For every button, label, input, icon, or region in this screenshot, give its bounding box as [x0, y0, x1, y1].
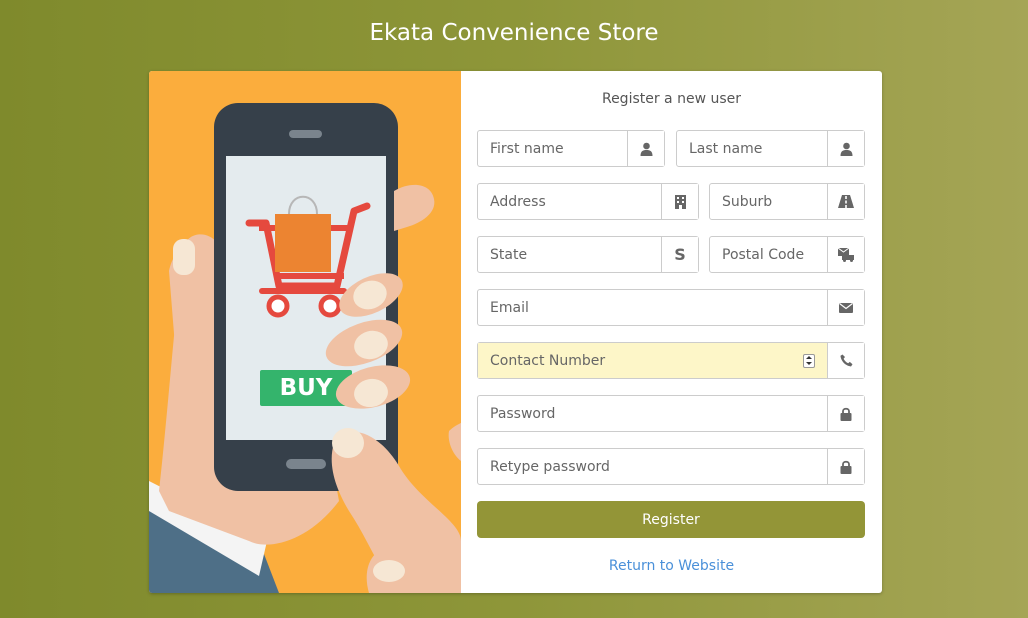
- lock-icon: [827, 396, 864, 431]
- hand-phone-illustration: [149, 103, 461, 593]
- address-group: [477, 183, 699, 220]
- password-input[interactable]: [478, 396, 827, 431]
- buy-label: BUY: [279, 375, 333, 401]
- state-input[interactable]: [478, 237, 661, 272]
- dollar-s-icon: S: [661, 237, 698, 272]
- lock-icon: [827, 449, 864, 484]
- road-icon: [827, 184, 864, 219]
- number-spinner[interactable]: [803, 353, 815, 368]
- contact-number-group: [477, 342, 865, 379]
- suburb-input[interactable]: [710, 184, 827, 219]
- email-input[interactable]: [478, 290, 827, 325]
- user-icon: [627, 131, 664, 166]
- shopping-illustration: BUY: [149, 71, 461, 593]
- suburb-group: [709, 183, 865, 220]
- phone-icon: [827, 343, 864, 378]
- envelope-icon: [827, 290, 864, 325]
- last-name-group: [676, 130, 865, 167]
- first-name-input[interactable]: [478, 131, 627, 166]
- password-group: [477, 395, 865, 432]
- building-icon: [661, 184, 698, 219]
- first-name-group: [477, 130, 665, 167]
- state-group: S: [477, 236, 699, 273]
- address-input[interactable]: [478, 184, 661, 219]
- last-name-input[interactable]: [677, 131, 827, 166]
- user-icon: [827, 131, 864, 166]
- return-to-website-link[interactable]: Return to Website: [461, 558, 882, 574]
- registration-form: Register a new user First name Last name…: [461, 71, 882, 593]
- email-group: [477, 289, 865, 326]
- postal-code-group: [709, 236, 865, 273]
- contact-number-input[interactable]: [478, 343, 803, 378]
- postal-code-input[interactable]: [710, 237, 827, 272]
- form-heading: Register a new user: [601, 91, 742, 107]
- registration-card: BUY Register a new user First name Last …: [149, 71, 882, 593]
- retype-password-input[interactable]: [478, 449, 827, 484]
- register-button[interactable]: Register: [477, 501, 865, 538]
- retype-password-group: [477, 448, 865, 485]
- page-title: Ekata Convenience Store: [369, 20, 659, 46]
- mail-truck-icon: [827, 237, 864, 272]
